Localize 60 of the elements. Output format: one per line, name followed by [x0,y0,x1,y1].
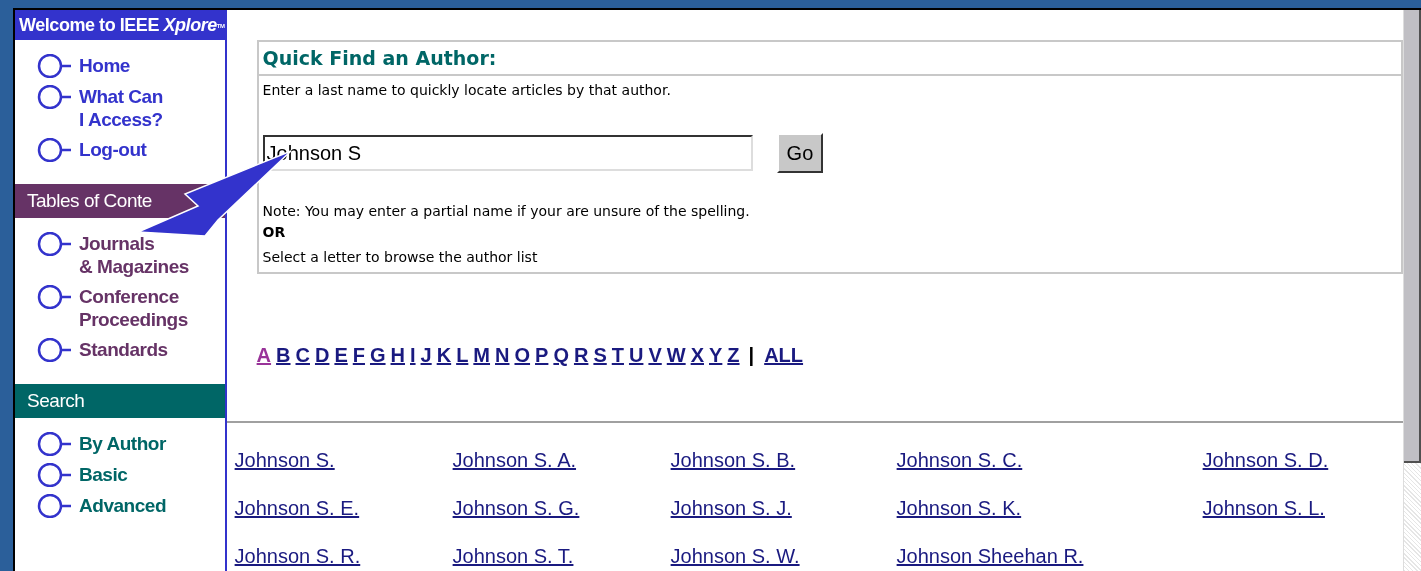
author-link[interactable]: Johnson S. L. [1202,497,1325,519]
sidebar-link[interactable]: Journals & Magazines [79,232,189,278]
section-title: Quick Find an Author: [258,42,1401,76]
letter-link[interactable]: X [690,340,709,370]
letter-link[interactable]: N [495,340,515,370]
author-link[interactable]: Johnson Sheehan R. [896,545,1084,567]
or-text: OR [262,223,287,242]
go-button[interactable]: Go [776,133,824,173]
author-link[interactable]: Johnson S. A. [452,449,577,471]
letter-link[interactable]: D [314,340,335,370]
separator-text: | [747,343,756,368]
letter-link[interactable]: C [295,340,315,370]
letter-link[interactable]: Z [727,340,745,370]
letter-link[interactable]: W [666,340,691,370]
author-link[interactable]: Johnson S. B. [670,449,796,471]
sidebar-link[interactable]: Log-out [79,138,147,161]
sidebar-link[interactable]: Home [79,54,130,77]
letter-link[interactable]: K [436,340,457,370]
author-link[interactable]: Johnson S. T. [452,545,574,567]
letter-link[interactable]: Q [553,340,574,370]
letter-link[interactable]: S [593,340,612,370]
letter-link[interactable]: A [256,340,277,370]
letter-link[interactable]: F [352,340,370,370]
sidebar-link[interactable]: Standards [79,338,168,361]
browse-text: Select a letter to browse the author list [262,248,539,267]
sidebar-link[interactable]: Conference Proceedings [79,285,188,331]
letter-link[interactable]: M [473,340,496,370]
sidebar-link[interactable]: What Can I Access? [79,85,163,131]
letter-link[interactable]: P [535,340,554,370]
sidebar-link[interactable]: Basic [79,463,128,486]
letter-link[interactable]: H [390,340,410,370]
letter-link[interactable]: E [334,340,353,370]
section-heading: Search [15,384,225,418]
letter-link[interactable]: B [276,340,296,370]
sidebar-link[interactable]: Advanced [79,494,166,517]
intro-text: Enter a last name to quickly locate articles by that author. [262,81,672,100]
letter-link[interactable]: Y [709,340,728,370]
note-text: Note: You may enter a partial name if your are unsure of the spelling. [262,202,751,221]
all-link[interactable]: ALL [758,340,804,370]
letter-link[interactable]: T [611,340,629,370]
letter-link[interactable]: O [514,340,536,370]
letter-link[interactable]: G [370,340,391,370]
author-link[interactable]: Johnson S. G. [452,497,580,519]
letter-link[interactable]: L [456,340,474,370]
author-link[interactable]: Johnson S. D. [1202,449,1329,471]
scrollbar-thumb[interactable] [1403,10,1421,463]
letter-link[interactable]: U [628,340,649,370]
author-link[interactable]: Johnson S. [234,449,335,471]
letter-link[interactable]: I [410,340,421,370]
sidebar-link[interactable]: By Author [79,432,166,455]
letter-link[interactable]: V [648,340,667,370]
author-link[interactable]: Johnson S. W. [670,545,800,567]
author-link[interactable]: Johnson S. C. [896,449,1023,471]
author-link[interactable]: Johnson S. R. [234,545,361,567]
author-link[interactable]: Johnson S. E. [234,497,360,519]
letter-link[interactable]: J [420,340,437,370]
letter-link[interactable]: R [573,340,594,370]
author-link[interactable]: Johnson S. J. [670,497,792,519]
author-link[interactable]: Johnson S. K. [896,497,1022,519]
sidebar-title: Welcome to IEEE Xplore$^{TM}$ [15,10,225,40]
